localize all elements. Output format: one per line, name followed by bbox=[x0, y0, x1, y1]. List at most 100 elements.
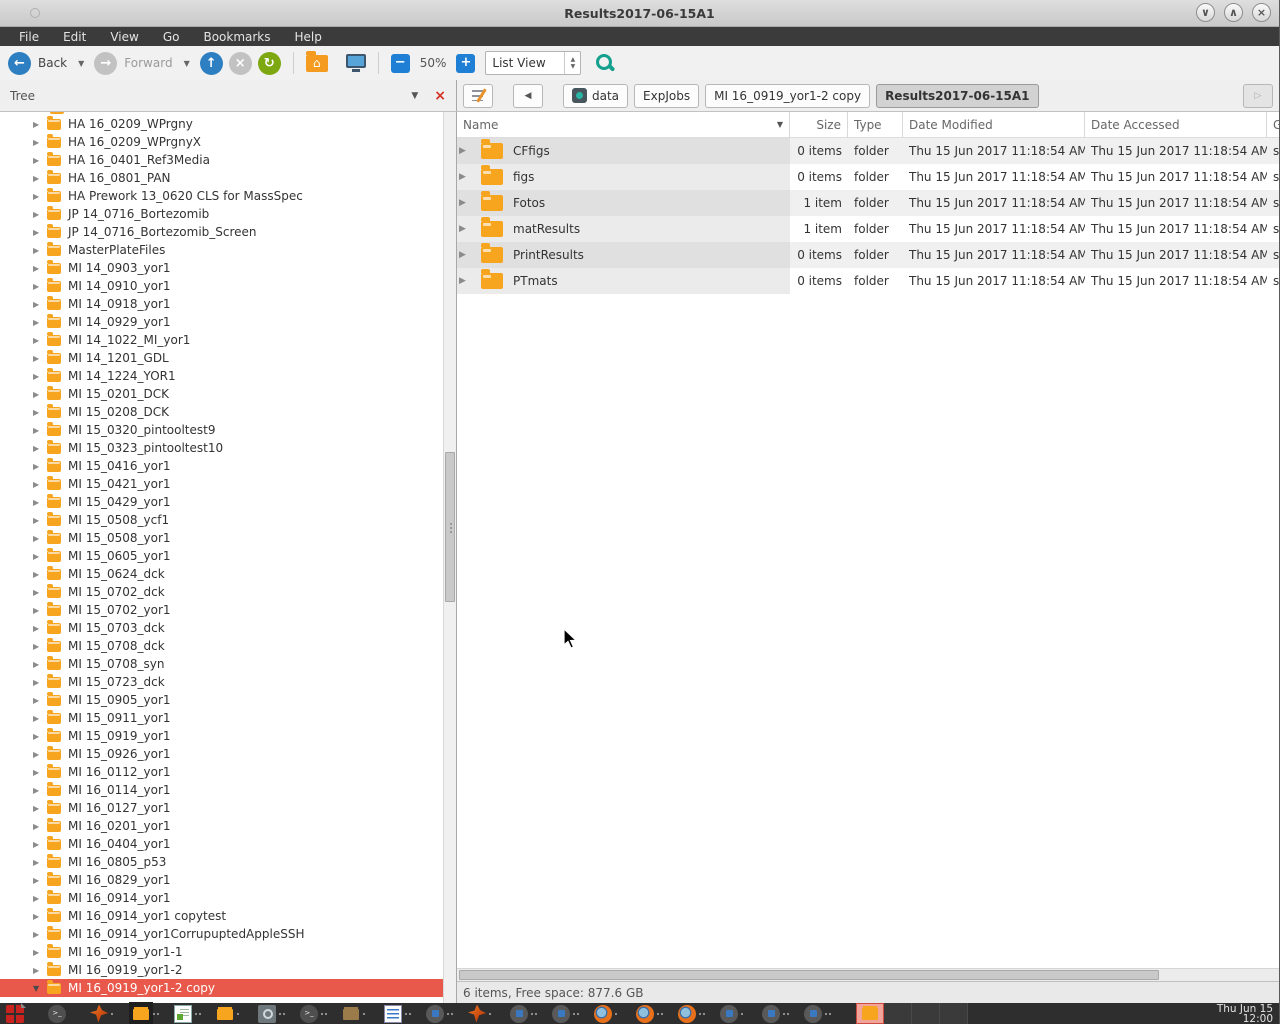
tree-item[interactable]: ▶ MI 14_1224_YOR1 bbox=[0, 367, 443, 385]
expander-icon[interactable]: ▶ bbox=[33, 948, 47, 957]
zoom-out-button[interactable]: − bbox=[391, 54, 410, 73]
tree-item[interactable]: ▶ MI 16_0114_yor1 bbox=[0, 781, 443, 799]
refresh-button[interactable]: ↻ bbox=[258, 52, 281, 75]
firefox-icon[interactable] bbox=[592, 1003, 625, 1024]
column-header-type[interactable]: Type bbox=[848, 112, 903, 137]
expander-icon[interactable]: ▼ bbox=[33, 984, 47, 993]
terminal-icon[interactable] bbox=[46, 1003, 79, 1024]
launcher-icon[interactable] bbox=[468, 1005, 486, 1023]
tree-close-icon[interactable]: × bbox=[434, 88, 446, 104]
expander-icon[interactable]: ▶ bbox=[33, 534, 47, 543]
expander-icon[interactable]: ▶ bbox=[33, 552, 47, 561]
horizontal-scrollbar[interactable] bbox=[457, 968, 1279, 981]
forward-icon[interactable]: → bbox=[94, 52, 117, 75]
desktop-button[interactable] bbox=[346, 54, 366, 68]
tree-item[interactable]: ▶ HA 16_0401_Ref3Media bbox=[0, 151, 443, 169]
expander-icon[interactable]: ▶ bbox=[33, 264, 47, 273]
breadcrumb-data[interactable]: data bbox=[563, 84, 628, 108]
expander-icon[interactable]: ▶ bbox=[33, 894, 47, 903]
tree-item[interactable]: ▶ MI 15_0208_DCK bbox=[0, 403, 443, 421]
tree-item[interactable]: ▶ MI 15_0905_yor1 bbox=[0, 691, 443, 709]
sort-descending-icon[interactable]: ▼ bbox=[777, 120, 783, 129]
expander-icon[interactable]: ▶ bbox=[33, 372, 47, 381]
expander-icon[interactable]: ▶ bbox=[33, 570, 47, 579]
expander-icon[interactable]: ▶ bbox=[33, 912, 47, 921]
generic-app-icon[interactable] bbox=[760, 1003, 793, 1024]
column-header-size[interactable]: Size bbox=[790, 112, 848, 137]
tree-item[interactable]: ▶ MI 15_0723_dck bbox=[0, 673, 443, 691]
expander-icon[interactable]: ▶ bbox=[33, 246, 47, 255]
tree-item[interactable]: ▶ HA 16_0209_WPrgnyX bbox=[0, 133, 443, 151]
generic-app-icon[interactable] bbox=[550, 1003, 583, 1024]
tree-item[interactable]: ▶ MI 15_0708_syn bbox=[0, 655, 443, 673]
expander-icon[interactable]: ▶ bbox=[33, 390, 47, 399]
up-button[interactable]: ↑ bbox=[200, 52, 223, 75]
app-menu-icon[interactable] bbox=[4, 1003, 37, 1024]
tree-item[interactable]: ▶ HA 16_0209_WPrgny bbox=[0, 115, 443, 133]
expander-icon[interactable]: ▶ bbox=[33, 660, 47, 669]
menu-item[interactable]: Edit bbox=[52, 29, 97, 45]
launcher-icon[interactable] bbox=[762, 1005, 780, 1023]
tree-item[interactable]: ▶ MI 15_0911_yor1 bbox=[0, 709, 443, 727]
expander-icon[interactable]: ▶ bbox=[33, 408, 47, 417]
file-row[interactable]: ▶ PTmats 0 items folder Thu 15 Jun 2017 … bbox=[457, 268, 1279, 294]
tree-item[interactable]: ▶ MI 15_0508_ycf1 bbox=[0, 511, 443, 529]
generic-app-icon[interactable] bbox=[802, 1003, 835, 1024]
launcher-icon[interactable] bbox=[6, 1005, 24, 1023]
crumb-scroll-right-button[interactable]: ▷ bbox=[1243, 84, 1273, 108]
active-window-button[interactable] bbox=[856, 1003, 884, 1024]
file-name-cell[interactable]: ▶ matResults bbox=[457, 216, 790, 242]
workspace-cell[interactable] bbox=[884, 1003, 912, 1024]
tree-item[interactable]: ▶ MI 14_0918_yor1 bbox=[0, 295, 443, 313]
launcher-icon[interactable] bbox=[678, 1005, 696, 1023]
file-search-icon[interactable] bbox=[256, 1003, 289, 1024]
tree-item[interactable]: ▶ MI 14_1201_GDL bbox=[0, 349, 443, 367]
view-mode-select[interactable]: List View ▲ ▼ bbox=[485, 51, 581, 75]
expander-icon[interactable]: ▶ bbox=[33, 444, 47, 453]
tree-item[interactable]: ▶ JP 14_0716_Bortezomib bbox=[0, 205, 443, 223]
expander-icon[interactable]: ▶ bbox=[33, 786, 47, 795]
workspace-cell[interactable] bbox=[912, 1003, 940, 1024]
tree-item[interactable]: ▶ MI 14_0929_yor1 bbox=[0, 313, 443, 331]
tree-item[interactable]: ▶ MI 16_0914_yor1 copytest bbox=[0, 907, 443, 925]
menu-item[interactable]: File bbox=[8, 29, 50, 45]
expander-icon[interactable]: ▶ bbox=[457, 250, 473, 260]
tree-item[interactable]: ▶ MI 15_0624_dck bbox=[0, 565, 443, 583]
tree-item[interactable]: ▶ MI 15_0421_yor1 bbox=[0, 475, 443, 493]
expander-icon[interactable]: ▶ bbox=[33, 156, 47, 165]
column-header-name[interactable]: Name ▼ bbox=[457, 112, 790, 137]
terminal-icon[interactable] bbox=[298, 1003, 331, 1024]
file-row[interactable]: ▶ PrintResults 0 items folder Thu 15 Jun… bbox=[457, 242, 1279, 268]
back-icon[interactable]: ← bbox=[8, 52, 31, 75]
menu-item[interactable]: Bookmarks bbox=[192, 29, 281, 45]
tree-item[interactable]: ▶ JP 14_0716_Bortezomib_Screen bbox=[0, 223, 443, 241]
expander-icon[interactable]: ▶ bbox=[457, 276, 473, 286]
expander-icon[interactable]: ▶ bbox=[33, 318, 47, 327]
file-name-cell[interactable]: ▶ figs bbox=[457, 164, 790, 190]
expander-icon[interactable]: ▶ bbox=[33, 336, 47, 345]
tree-item[interactable]: ▶ MI 15_0926_yor1 bbox=[0, 745, 443, 763]
tree-item[interactable]: ▶ MI 16_0127_yor1 bbox=[0, 799, 443, 817]
launcher-icon[interactable] bbox=[510, 1005, 528, 1023]
workspace-cell[interactable] bbox=[940, 1003, 968, 1024]
expander-icon[interactable]: ▶ bbox=[33, 966, 47, 975]
zoom-in-button[interactable]: + bbox=[456, 54, 475, 73]
folder-brown-icon[interactable] bbox=[340, 1003, 373, 1024]
expander-icon[interactable]: ▶ bbox=[33, 714, 47, 723]
expander-icon[interactable]: ▶ bbox=[457, 172, 473, 182]
expander-icon[interactable]: ▶ bbox=[33, 642, 47, 651]
tree-item[interactable]: ▶ MI 15_0708_dck bbox=[0, 637, 443, 655]
menu-item[interactable]: Help bbox=[284, 29, 333, 45]
launcher-icon[interactable] bbox=[90, 1005, 108, 1023]
expander-icon[interactable]: ▶ bbox=[33, 804, 47, 813]
launcher-icon[interactable] bbox=[720, 1005, 738, 1023]
search-button[interactable] bbox=[595, 53, 615, 73]
generic-app-icon[interactable] bbox=[424, 1003, 457, 1024]
expander-icon[interactable]: ▶ bbox=[33, 588, 47, 597]
tree-item[interactable]: ▶ MasterPlateFiles bbox=[0, 241, 443, 259]
expander-icon[interactable]: ▶ bbox=[33, 516, 47, 525]
tree-item[interactable]: ▶ HA Prework 13_0620 CLS for MassSpec bbox=[0, 187, 443, 205]
tree-item[interactable]: ▶ MI 15_0508_yor1 bbox=[0, 529, 443, 547]
launcher-icon[interactable] bbox=[342, 1005, 360, 1023]
breadcrumb-current-folder[interactable]: Results2017-06-15A1 bbox=[876, 84, 1038, 108]
